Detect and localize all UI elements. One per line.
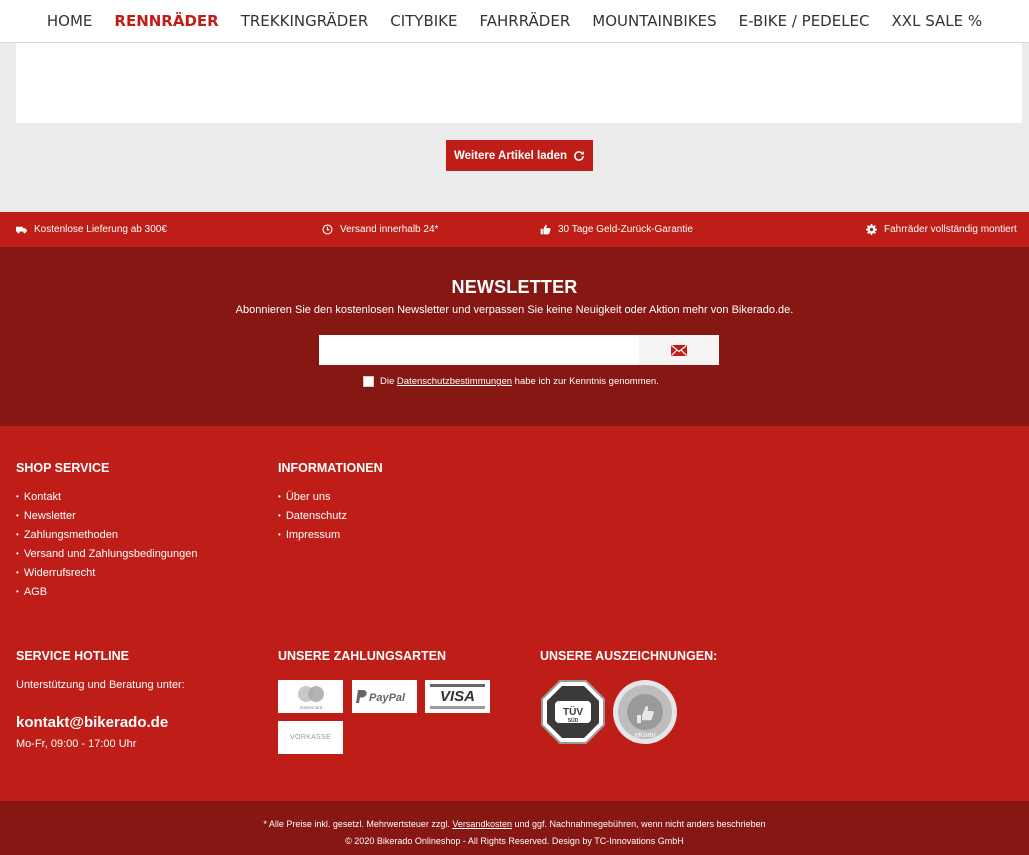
benefit-free-shipping: Kostenlose Lieferung ab 300€ [16, 212, 167, 247]
benefit-money-back-text: 30 Tage Geld-Zurück-Garantie [558, 224, 693, 235]
benefit-shipping-time: Versand innerhalb 24* [322, 212, 438, 247]
benefit-assembled: Fahrräder vollständig montiert [866, 212, 1017, 247]
copyright: © 2020 Bikerado Onlineshop - All Rights … [345, 836, 684, 846]
informationen-list: Über uns Datenschutz Impressum [278, 487, 347, 544]
newsletter-submit-button[interactable] [639, 335, 719, 365]
nav-xxl-sale[interactable]: XXL SALE % [881, 12, 994, 30]
hotline-hours: Mo-Fr, 09:00 - 17:00 Uhr [16, 738, 137, 750]
newsletter-email-input[interactable] [319, 335, 639, 365]
product-list-card [16, 43, 1022, 123]
benefit-money-back: 30 Tage Geld-Zurück-Garantie [540, 212, 693, 247]
visa-logo: VISA [425, 680, 490, 713]
footer: SHOP SERVICE Kontakt Newsletter Zahlungs… [0, 426, 1029, 801]
svg-text:TÜV: TÜV [563, 705, 583, 718]
tuev-sued-badge: TÜV SÜD [540, 679, 606, 745]
consent-checkbox[interactable] [363, 376, 374, 387]
price-note: * Alle Preise inkl. gesetzl. Mehrwertste… [0, 819, 1029, 829]
footer-link-agb[interactable]: AGB [16, 582, 198, 601]
privacy-link[interactable]: Datenschutzbestimmungen [397, 376, 512, 387]
footer-link-zahlungsmethoden[interactable]: Zahlungsmethoden [16, 525, 198, 544]
hotline-text: Unterstützung und Beratung unter: [16, 679, 185, 691]
shop-service-title: SHOP SERVICE [16, 461, 110, 475]
mastercard-logo: mastercard [278, 680, 343, 713]
benefit-free-shipping-text: Kostenlose Lieferung ab 300€ [34, 224, 167, 235]
footer-link-versand[interactable]: Versand und Zahlungsbedingungen [16, 544, 198, 563]
footer-link-kontakt[interactable]: Kontakt [16, 487, 198, 506]
nav-home[interactable]: HOME [36, 12, 104, 30]
envelope-icon [671, 344, 687, 356]
awards-title: UNSERE AUSZEICHNUNGEN: [540, 649, 718, 663]
main-navigation: HOME RENNRÄDER TREKKINGRÄDER CITYBIKE FA… [0, 0, 1029, 43]
load-more-button[interactable]: Weitere Artikel laden [446, 140, 593, 171]
paypal-logo: PayPal [352, 680, 417, 713]
ekomi-badge: eKomi [612, 679, 678, 745]
consent-text: Die Datenschutzbestimmungen habe ich zur… [380, 376, 659, 387]
price-note-suffix: und ggf. Nachnahmegebühren, wenn nicht a… [514, 819, 766, 829]
nav-citybike[interactable]: CITYBIKE [379, 12, 468, 30]
informationen-title: INFORMATIONEN [278, 461, 383, 475]
gear-icon [866, 224, 877, 235]
price-note-prefix: * Alle Preise inkl. gesetzl. Mehrwertste… [263, 819, 450, 829]
thumbs-up-icon [540, 224, 551, 235]
vorkasse-text: VORKASSE [290, 734, 331, 741]
payments-title: UNSERE ZAHLUNGSARTEN [278, 649, 447, 663]
footer-link-ueber-uns[interactable]: Über uns [278, 487, 347, 506]
svg-text:eKomi: eKomi [634, 732, 656, 739]
nav-rennraeder[interactable]: RENNRÄDER [103, 12, 229, 30]
nav-ebike[interactable]: E-BIKE / PEDELEC [728, 12, 881, 30]
nav-mountainbikes[interactable]: MOUNTAINBIKES [581, 12, 727, 30]
refresh-icon [574, 150, 584, 161]
consent-suffix: habe ich zur Kenntnis genommen. [514, 376, 659, 387]
newsletter-subtitle: Abonnieren Sie den kostenlosen Newslette… [235, 304, 794, 316]
benefit-shipping-time-text: Versand innerhalb 24* [340, 224, 439, 235]
clock-icon [322, 224, 333, 235]
footer-link-newsletter[interactable]: Newsletter [16, 506, 198, 525]
truck-icon [16, 226, 27, 234]
legal-bar: * Alle Preise inkl. gesetzl. Mehrwertste… [0, 801, 1029, 855]
newsletter-consent: Die Datenschutzbestimmungen habe ich zur… [363, 376, 659, 387]
shop-service-list: Kontakt Newsletter Zahlungsmethoden Vers… [16, 487, 198, 601]
hotline-email[interactable]: kontakt@bikerado.de [16, 714, 168, 731]
nav-trekkingraeder[interactable]: TREKKINGRÄDER [230, 12, 380, 30]
vorkasse-logo: VORKASSE [278, 721, 343, 754]
svg-text:SÜD: SÜD [568, 717, 579, 724]
footer-link-datenschutz[interactable]: Datenschutz [278, 506, 347, 525]
benefit-assembled-text: Fahrräder vollständig montiert [884, 224, 1017, 235]
benefits-bar: Kostenlose Lieferung ab 300€ Versand inn… [0, 212, 1029, 247]
hotline-title: SERVICE HOTLINE [16, 649, 129, 663]
svg-text:PayPal: PayPal [369, 692, 406, 704]
nav-fahrraeder[interactable]: FAHRRÄDER [469, 12, 582, 30]
svg-text:mastercard: mastercard [299, 705, 322, 710]
visa-text: VISA [439, 688, 475, 705]
newsletter-section: NEWSLETTER Abonnieren Sie den kostenlose… [0, 247, 1029, 426]
footer-link-widerrufsrecht[interactable]: Widerrufsrecht [16, 563, 198, 582]
shipping-costs-link[interactable]: Versandkosten [452, 819, 512, 829]
newsletter-title: NEWSLETTER [451, 277, 578, 297]
load-more-label: Weitere Artikel laden [453, 149, 568, 162]
footer-link-impressum[interactable]: Impressum [278, 525, 347, 544]
consent-prefix: Die [380, 376, 395, 387]
product-list-area: Weitere Artikel laden [0, 43, 1029, 212]
